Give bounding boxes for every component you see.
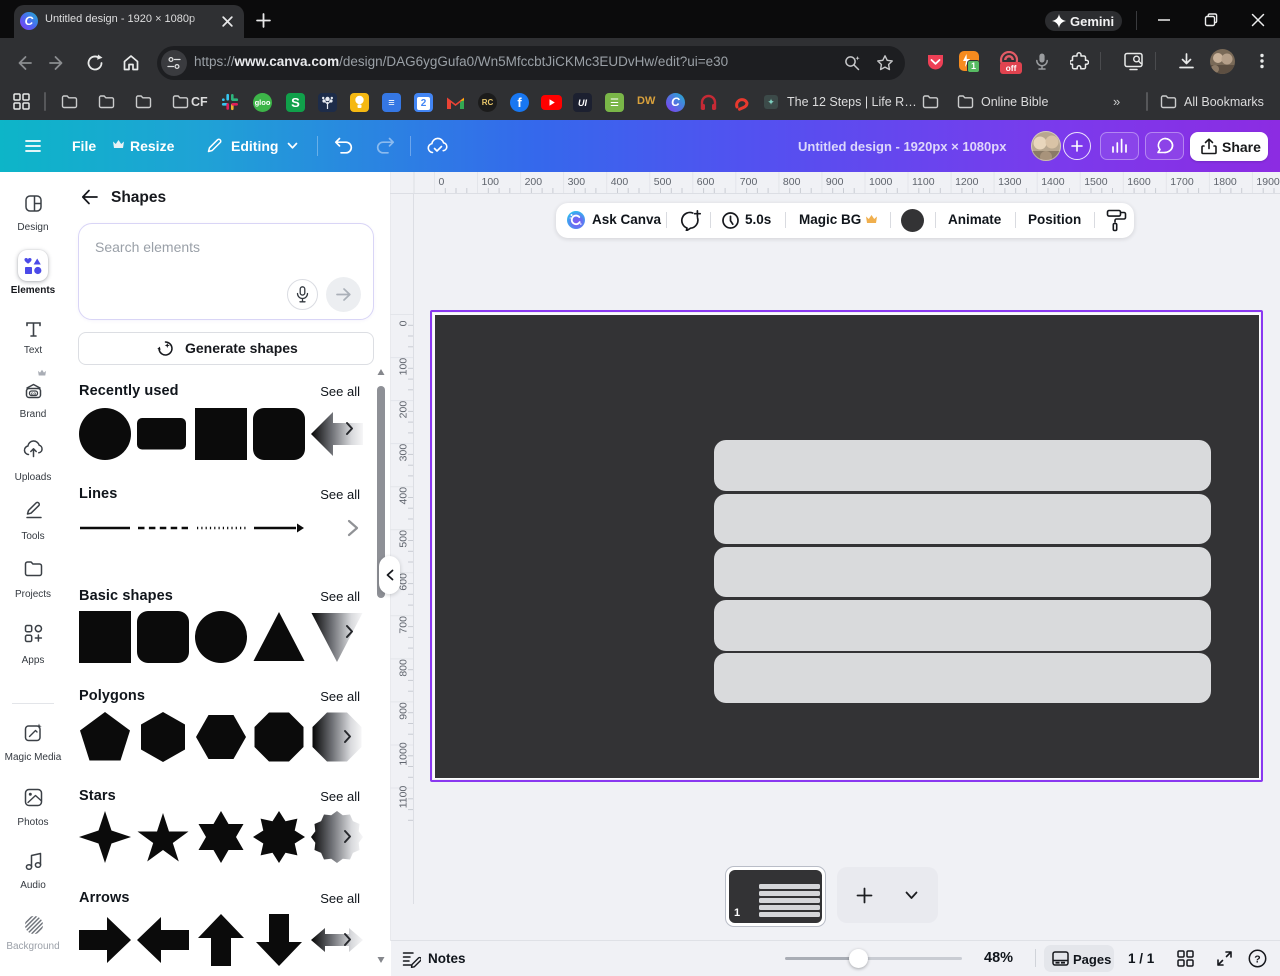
- svg-text:?: ?: [1254, 953, 1260, 965]
- svg-text:500: 500: [398, 530, 410, 548]
- svg-text:400: 400: [398, 487, 410, 505]
- svg-text:600: 600: [697, 176, 715, 188]
- svg-text:500: 500: [654, 176, 672, 188]
- svg-text:900: 900: [826, 176, 844, 188]
- svg-text:1400: 1400: [1041, 176, 1065, 188]
- svg-text:C: C: [25, 14, 34, 28]
- svg-text:800: 800: [783, 176, 801, 188]
- svg-text:0: 0: [398, 320, 410, 326]
- svg-text:1100: 1100: [398, 786, 410, 809]
- svg-text:300: 300: [398, 444, 410, 462]
- svg-text:300: 300: [568, 176, 586, 188]
- svg-text:1700: 1700: [1170, 176, 1194, 188]
- svg-text:1900: 1900: [1256, 176, 1280, 188]
- svg-text:1800: 1800: [1213, 176, 1237, 188]
- svg-text:100: 100: [482, 176, 500, 188]
- svg-text:1600: 1600: [1127, 176, 1151, 188]
- svg-text:1300: 1300: [998, 176, 1022, 188]
- svg-text:1500: 1500: [1084, 176, 1108, 188]
- svg-text:200: 200: [525, 176, 543, 188]
- svg-text:0: 0: [439, 176, 445, 188]
- svg-text:200: 200: [398, 401, 410, 419]
- svg-text:700: 700: [740, 176, 758, 188]
- svg-text:1000: 1000: [869, 176, 893, 188]
- svg-text:1000: 1000: [398, 742, 410, 766]
- svg-text:1200: 1200: [955, 176, 979, 188]
- svg-text:400: 400: [611, 176, 629, 188]
- svg-text:900: 900: [398, 702, 410, 720]
- svg-text:800: 800: [398, 659, 410, 677]
- svg-text:100: 100: [398, 358, 410, 376]
- svg-text:700: 700: [398, 616, 410, 634]
- svg-text:co: co: [31, 391, 37, 396]
- svg-text:1100: 1100: [912, 176, 935, 188]
